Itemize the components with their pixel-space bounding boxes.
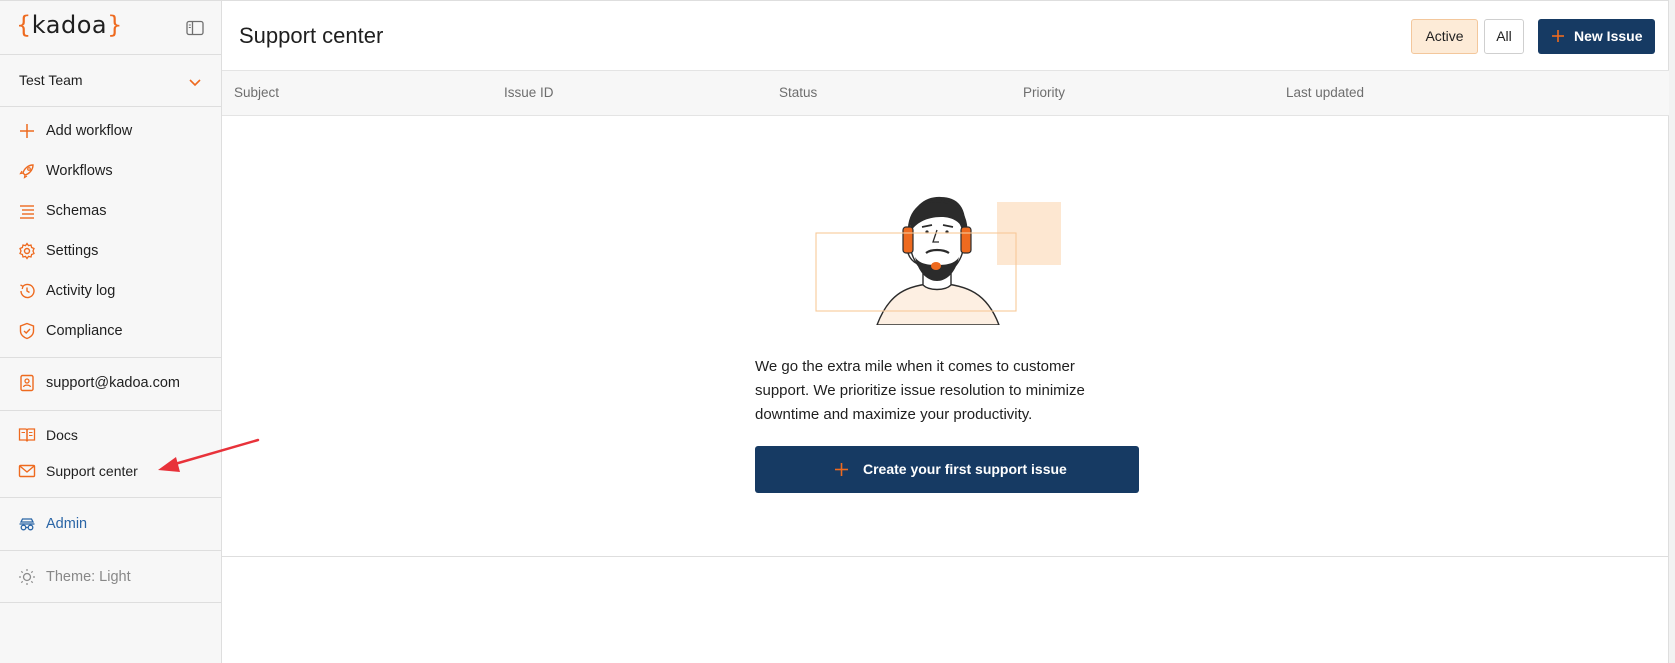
plus-icon	[833, 461, 850, 478]
sidebar-item-label: Compliance	[46, 323, 123, 339]
sidebar-divider	[0, 357, 222, 358]
create-first-issue-button[interactable]: Create your first support issue	[755, 446, 1139, 493]
empty-state-line: support. We prioritize issue resolution …	[755, 382, 1085, 399]
new-issue-button[interactable]: New Issue	[1538, 19, 1655, 54]
logo-left-brace: {	[16, 11, 32, 39]
sidebar-divider	[0, 410, 222, 411]
sidebar-item-label: Docs	[46, 427, 78, 443]
mail-icon	[18, 462, 36, 480]
empty-state-line: downtime and maximize your productivity.	[755, 406, 1033, 423]
column-priority[interactable]: Priority	[1023, 85, 1065, 100]
gear-icon	[18, 242, 36, 260]
admin-icon	[18, 515, 36, 533]
page-title: Support center	[239, 23, 384, 48]
main-content: Support center Active All New Issue Subj…	[222, 0, 1669, 663]
column-status[interactable]: Status	[779, 85, 817, 100]
sidebar-item-compliance[interactable]: Compliance	[0, 313, 222, 349]
sidebar-item-label: Add workflow	[46, 123, 133, 139]
contact-card-icon	[18, 374, 36, 392]
logo-right-brace: }	[107, 11, 123, 39]
column-last-updated[interactable]: Last updated	[1286, 85, 1364, 100]
theme-toggle[interactable]: Theme: Light	[0, 559, 222, 595]
support-agent-illustration	[815, 196, 1061, 325]
sidebar-divider	[0, 497, 222, 498]
sidebar: {kadoa} Test Team Add workflow Workflows…	[0, 0, 222, 663]
empty-state-line: We go the extra mile when it comes to cu…	[755, 358, 1075, 375]
logo-word: kadoa	[31, 11, 108, 39]
filter-active-button[interactable]: Active	[1411, 19, 1478, 54]
sidebar-item-settings[interactable]: Settings	[0, 233, 222, 269]
empty-state-message: We go the extra mile when it comes to cu…	[755, 355, 1115, 427]
sidebar-item-schemas[interactable]: Schemas	[0, 193, 222, 229]
sidebar-toggle-icon[interactable]	[186, 20, 208, 38]
sidebar-item-add-workflow[interactable]: Add workflow	[0, 113, 222, 149]
brand-bar: {kadoa}	[0, 1, 222, 55]
sidebar-item-label: Schemas	[46, 203, 107, 219]
team-name: Test Team	[19, 72, 83, 88]
sidebar-item-label: Admin	[46, 516, 88, 532]
sidebar-item-label: Activity log	[46, 283, 116, 299]
sun-icon	[18, 568, 36, 586]
app-window: {kadoa} Test Team Add workflow Workflows…	[0, 0, 1675, 663]
book-icon	[18, 426, 36, 444]
plus-icon	[18, 122, 36, 140]
sidebar-item-label: Workflows	[46, 163, 113, 179]
empty-state: We go the extra mile when it comes to cu…	[222, 116, 1669, 557]
sidebar-item-label: Support center	[46, 463, 138, 479]
list-icon	[18, 202, 36, 220]
issues-table-header: Subject Issue ID Status Priority Last up…	[222, 70, 1669, 116]
create-issue-label: Create your first support issue	[863, 461, 1067, 477]
annotation-arrow	[158, 438, 260, 472]
window-edge	[1669, 0, 1675, 663]
team-selector[interactable]: Test Team	[0, 55, 222, 107]
column-issue-id[interactable]: Issue ID	[504, 85, 554, 100]
sidebar-item-label: support@kadoa.com	[46, 375, 181, 391]
plus-icon	[1550, 28, 1566, 44]
sidebar-item-workflows[interactable]: Workflows	[0, 153, 222, 189]
sidebar-item-label: Settings	[46, 243, 99, 259]
sidebar-item-label: Theme: Light	[46, 569, 131, 585]
new-issue-label: New Issue	[1574, 28, 1643, 44]
filter-all-button[interactable]: All	[1484, 19, 1524, 54]
sidebar-divider	[0, 550, 222, 551]
kadoa-logo[interactable]: {kadoa}	[16, 11, 123, 39]
column-subject[interactable]: Subject	[234, 85, 279, 100]
sidebar-item-contact-email[interactable]: support@kadoa.com	[0, 365, 222, 401]
sidebar-item-admin[interactable]: Admin	[0, 506, 222, 542]
rocket-icon	[18, 162, 36, 180]
sidebar-divider	[0, 602, 222, 603]
chevron-down-icon	[188, 75, 202, 87]
page-header: Support center Active All New Issue	[222, 1, 1669, 70]
shield-icon	[18, 322, 36, 340]
clock-icon	[18, 282, 36, 300]
sidebar-item-activity-log[interactable]: Activity log	[0, 273, 222, 309]
